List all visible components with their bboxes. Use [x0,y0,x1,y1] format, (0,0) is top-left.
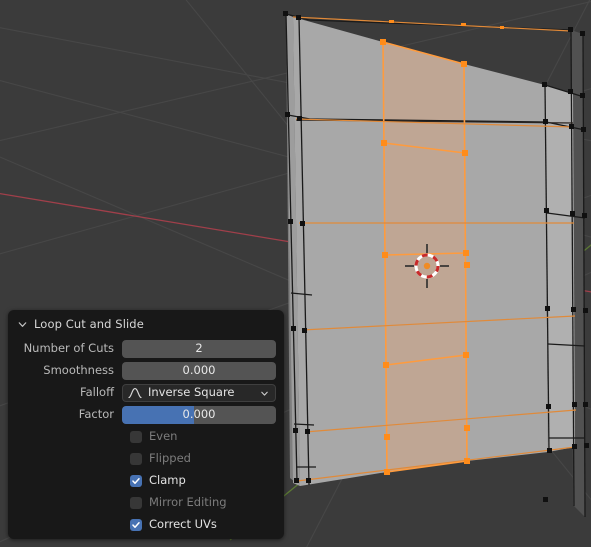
row-factor: Factor 0.000 [16,406,276,424]
row-smoothness: Smoothness 0.000 [16,362,276,380]
check-icon [132,478,140,484]
checkbox-correct-uvs[interactable] [130,519,142,531]
checkbox-mirror-editing[interactable] [130,497,142,509]
operator-redo-panel[interactable]: Loop Cut and Slide Number of Cuts 2 Smoo… [8,310,284,539]
blender-window: Loop Cut and Slide Number of Cuts 2 Smoo… [0,0,591,547]
checkbox-clamp[interactable] [130,475,142,487]
mesh-face-selected [383,42,467,472]
panel-title: Loop Cut and Slide [34,316,144,331]
checkbox-label-even: Even [149,429,178,444]
mesh-plane [283,11,589,518]
check-icon [132,522,140,528]
mesh-face-right [464,64,548,461]
checkbox-label-correct-uvs: Correct UVs [149,517,217,532]
checkbox-label-flipped: Flipped [149,451,191,466]
input-number-of-cuts[interactable]: 2 [122,340,276,358]
chevron-down-icon[interactable] [17,319,28,330]
label-smoothness: Smoothness [43,363,114,378]
checkbox-label-mirror-editing: Mirror Editing [149,495,227,510]
checkbox-row-correct-uvs[interactable]: Correct UVs [16,516,276,534]
mesh-face-far-right [545,85,575,452]
checkbox-even[interactable] [130,431,142,443]
label-falloff: Falloff [80,385,114,400]
checkbox-row-clamp[interactable]: Clamp [16,472,276,490]
row-falloff: Falloff Inverse Square [16,384,276,402]
panel-body: Number of Cuts 2 Smoothness 0.000 Fallof… [8,336,284,534]
label-number-of-cuts: Number of Cuts [23,341,114,356]
checkbox-row-mirror-editing[interactable]: Mirror Editing [16,494,276,512]
value-smoothness: 0.000 [182,363,216,378]
checkbox-label-clamp: Clamp [149,473,186,488]
checkbox-row-flipped[interactable]: Flipped [16,450,276,468]
value-falloff: Inverse Square [148,385,235,400]
value-number-of-cuts: 2 [195,341,203,356]
panel-header[interactable]: Loop Cut and Slide [8,313,284,336]
checkbox-flipped[interactable] [130,453,142,465]
row-number-of-cuts: Number of Cuts 2 [16,340,276,358]
checkbox-row-even[interactable]: Even [16,428,276,446]
label-factor: Factor [78,407,114,422]
value-factor: 0.000 [182,407,216,422]
curve-inverse-square-icon [128,388,142,399]
input-smoothness[interactable]: 0.000 [122,362,276,380]
chevron-down-icon[interactable] [260,389,269,398]
dropdown-falloff[interactable]: Inverse Square [122,384,276,402]
slider-factor[interactable]: 0.000 [122,406,276,424]
